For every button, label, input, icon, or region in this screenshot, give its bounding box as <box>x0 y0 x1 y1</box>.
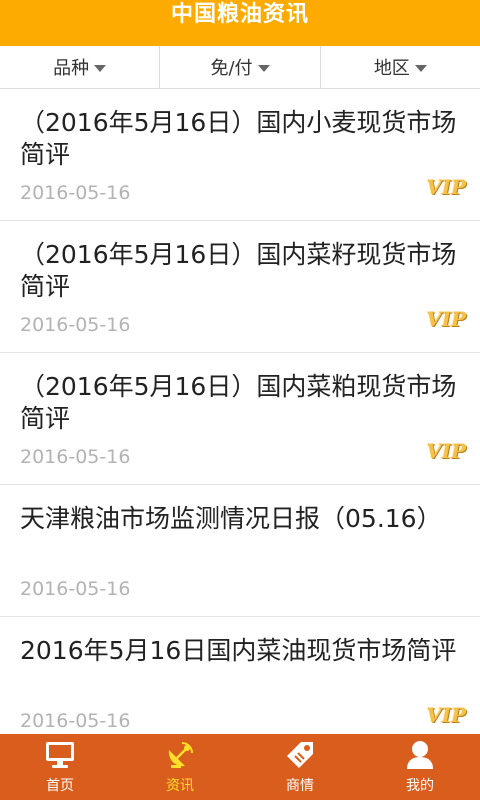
news-item[interactable]: 2016年5月16日国内菜油现货市场简评 2016-05-16 VIP <box>0 617 480 734</box>
satellite-dish-icon <box>164 739 196 771</box>
nav-profile[interactable]: 我的 <box>360 734 480 800</box>
news-title: （2016年5月16日）国内菜籽现货市场简评 <box>20 240 457 301</box>
news-list: （2016年5月16日）国内小麦现货市场简评 2016-05-16 VIP （2… <box>0 89 480 734</box>
news-title: （2016年5月16日）国内小麦现货市场简评 <box>20 108 457 169</box>
news-title: 天津粮油市场监测情况日报（05.16） <box>20 504 442 533</box>
news-item[interactable]: （2016年5月16日）国内菜籽现货市场简评 2016-05-16 VIP <box>0 221 480 353</box>
news-title: （2016年5月16日）国内菜粕现货市场简评 <box>20 372 457 433</box>
filter-variety-dropdown[interactable]: 品种 <box>0 46 161 88</box>
vip-badge: VIP <box>426 175 466 199</box>
nav-news[interactable]: 资讯 <box>120 734 240 800</box>
news-date: 2016-05-16 <box>20 578 131 600</box>
filter-bar: 品种 免/付 地区 <box>0 46 480 89</box>
caret-down-icon <box>414 64 427 72</box>
filter-label: 品种 <box>53 58 90 79</box>
nav-label: 首页 <box>46 778 74 794</box>
nav-market[interactable]: 商情 <box>240 734 360 800</box>
news-date: 2016-05-16 <box>20 710 131 732</box>
news-date: 2016-05-16 <box>20 314 131 336</box>
nav-label: 我的 <box>406 778 434 794</box>
app-header: 中国粮油资讯 <box>0 0 480 46</box>
filter-label: 地区 <box>373 58 410 79</box>
bottom-nav: 首页 资讯 商情 我的 <box>0 734 480 800</box>
caret-down-icon <box>94 64 107 72</box>
vip-badge: VIP <box>426 439 466 463</box>
vip-badge: VIP <box>426 307 466 331</box>
news-item[interactable]: （2016年5月16日）国内菜粕现货市场简评 2016-05-16 VIP <box>0 353 480 485</box>
caret-down-icon <box>257 64 270 72</box>
news-item[interactable]: （2016年5月16日）国内小麦现货市场简评 2016-05-16 VIP <box>0 89 480 221</box>
nav-home[interactable]: 首页 <box>0 734 120 800</box>
news-title: 2016年5月16日国内菜油现货市场简评 <box>20 636 457 665</box>
user-icon <box>404 739 436 771</box>
news-item[interactable]: 天津粮油市场监测情况日报（05.16） 2016-05-16 <box>0 485 480 617</box>
filter-region-dropdown[interactable]: 地区 <box>321 46 480 88</box>
vip-badge: VIP <box>426 703 466 727</box>
nav-label: 商情 <box>286 778 314 794</box>
nav-label: 资讯 <box>166 778 194 794</box>
price-tag-icon <box>284 739 316 771</box>
news-date: 2016-05-16 <box>20 182 131 204</box>
page-title: 中国粮油资讯 <box>170 2 309 27</box>
filter-label: 免/付 <box>210 58 253 79</box>
monitor-icon <box>44 739 76 771</box>
filter-free-paid-dropdown[interactable]: 免/付 <box>160 46 321 88</box>
news-date: 2016-05-16 <box>20 446 131 468</box>
